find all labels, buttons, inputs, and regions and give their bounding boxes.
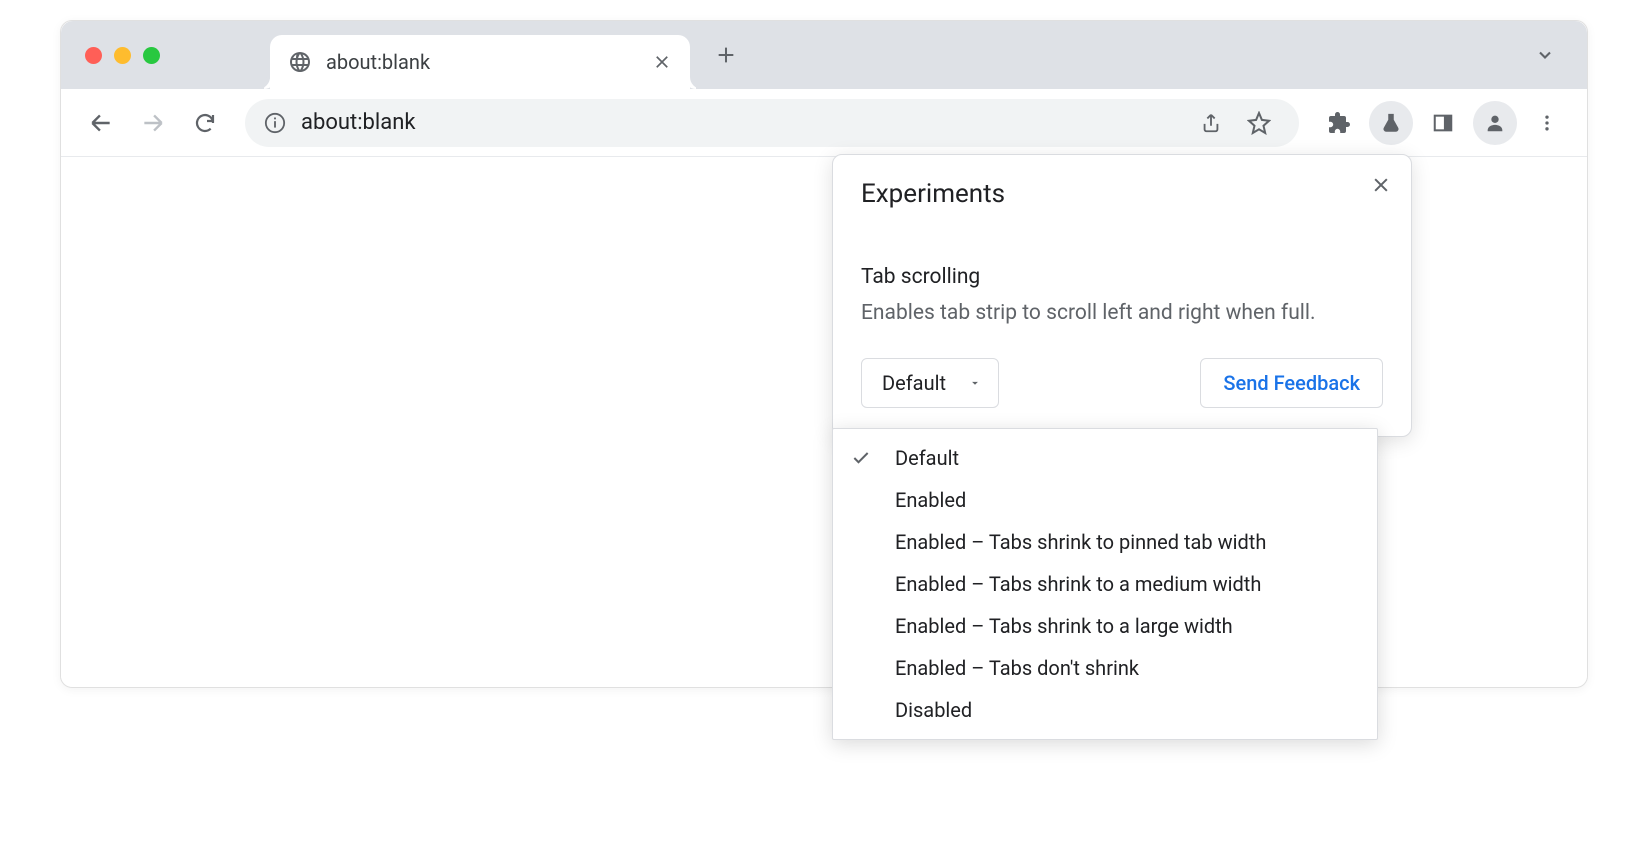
dropdown-option[interactable]: Default [833, 437, 1377, 479]
dropdown-option[interactable]: Disabled [833, 689, 1377, 731]
dropdown-option[interactable]: Enabled – Tabs shrink to a medium width [833, 563, 1377, 605]
reload-button[interactable] [183, 101, 227, 145]
labs-button[interactable] [1369, 101, 1413, 145]
window-controls [85, 47, 160, 64]
extensions-button[interactable] [1317, 101, 1361, 145]
menu-button[interactable] [1525, 101, 1569, 145]
dropdown-option[interactable]: Enabled [833, 479, 1377, 521]
back-button[interactable] [79, 101, 123, 145]
address-bar-text: about:blank [301, 110, 416, 135]
select-value: Default [882, 371, 946, 395]
dropdown-option-label: Enabled – Tabs shrink to a large width [895, 614, 1233, 638]
dropdown-option-label: Enabled [895, 488, 966, 512]
dropdown-option[interactable]: Enabled – Tabs don't shrink [833, 647, 1377, 689]
new-tab-button[interactable] [704, 33, 748, 77]
side-panel-button[interactable] [1421, 101, 1465, 145]
dropdown-option-label: Enabled – Tabs shrink to a medium width [895, 572, 1261, 596]
experiment-dropdown-list: Default Enabled Enabled – Tabs shrink to p… [832, 428, 1378, 740]
caret-down-icon [968, 376, 982, 390]
address-bar[interactable]: about:blank [245, 99, 1299, 147]
forward-button[interactable] [131, 101, 175, 145]
dropdown-option-label: Disabled [895, 698, 972, 722]
globe-icon [288, 50, 312, 74]
dropdown-option[interactable]: Enabled – Tabs shrink to a large width [833, 605, 1377, 647]
popup-close-button[interactable] [1365, 169, 1397, 201]
profile-button[interactable] [1473, 101, 1517, 145]
tab-strip: about:blank [61, 21, 1587, 89]
dropdown-option[interactable]: Enabled – Tabs shrink to pinned tab widt… [833, 521, 1377, 563]
experiments-popup: Experiments Tab scrolling Enables tab st… [832, 154, 1412, 437]
popup-title: Experiments [861, 179, 1383, 209]
window-close-button[interactable] [85, 47, 102, 64]
window-minimize-button[interactable] [114, 47, 131, 64]
tab-list-dropdown-button[interactable] [1527, 37, 1563, 73]
dropdown-option-label: Enabled – Tabs don't shrink [895, 656, 1139, 680]
bookmark-button[interactable] [1237, 101, 1281, 145]
check-icon [851, 448, 895, 468]
site-info-icon[interactable] [263, 111, 287, 135]
feedback-label: Send Feedback [1223, 371, 1360, 395]
tab-close-button[interactable] [652, 52, 672, 72]
toolbar: about:blank [61, 89, 1587, 157]
dropdown-option-label: Enabled – Tabs shrink to pinned tab widt… [895, 530, 1266, 554]
experiment-select[interactable]: Default [861, 358, 999, 408]
window-maximize-button[interactable] [143, 47, 160, 64]
dropdown-option-label: Default [895, 446, 959, 470]
send-feedback-button[interactable]: Send Feedback [1200, 358, 1383, 408]
browser-tab[interactable]: about:blank [270, 35, 690, 89]
experiment-name: Tab scrolling [861, 265, 1383, 289]
experiment-description: Enables tab strip to scroll left and rig… [861, 299, 1383, 328]
tab-title: about:blank [326, 50, 638, 74]
share-button[interactable] [1189, 101, 1233, 145]
